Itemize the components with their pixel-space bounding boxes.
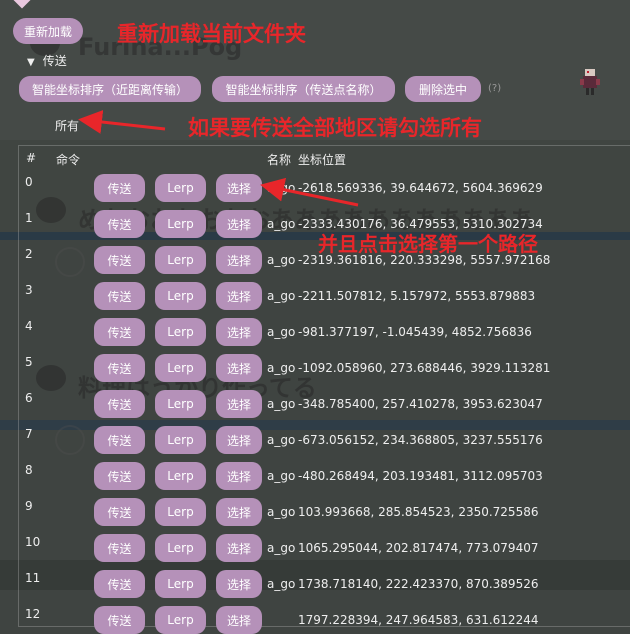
annotation-arrows <box>78 110 359 207</box>
arrow-to-select-button <box>260 177 359 207</box>
arrow-to-all-option <box>78 110 166 134</box>
